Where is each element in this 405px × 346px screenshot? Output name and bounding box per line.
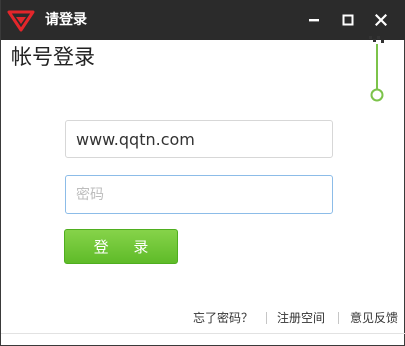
- close-button[interactable]: [369, 8, 393, 32]
- maximize-button[interactable]: [336, 8, 360, 32]
- register-link[interactable]: 注册空间: [277, 309, 325, 327]
- minimize-icon: [309, 19, 319, 22]
- close-icon: [375, 14, 387, 26]
- brand-logo-icon: [7, 8, 35, 32]
- minimize-button[interactable]: [302, 8, 326, 32]
- title-bar: 请登录: [1, 0, 405, 40]
- divider: [338, 312, 339, 324]
- account-input[interactable]: [65, 120, 333, 158]
- page-title: 帐号登录: [11, 45, 95, 69]
- window-title: 请登录: [45, 12, 87, 28]
- maximize-icon: [342, 14, 354, 26]
- forgot-password-link[interactable]: 忘了密码？: [193, 309, 253, 327]
- bottom-divider: [1, 333, 405, 334]
- feedback-link[interactable]: 意见反馈: [350, 309, 398, 327]
- login-button[interactable]: 登 录: [64, 229, 178, 264]
- slider-handle[interactable]: [361, 30, 391, 106]
- footer-links: 忘了密码？ 注册空间 意见反馈: [1, 309, 405, 327]
- password-input[interactable]: [65, 175, 333, 214]
- divider: [266, 312, 267, 324]
- login-window: 请登录 帐号登录 登 录 忘了密码？ 注册空间: [0, 0, 405, 346]
